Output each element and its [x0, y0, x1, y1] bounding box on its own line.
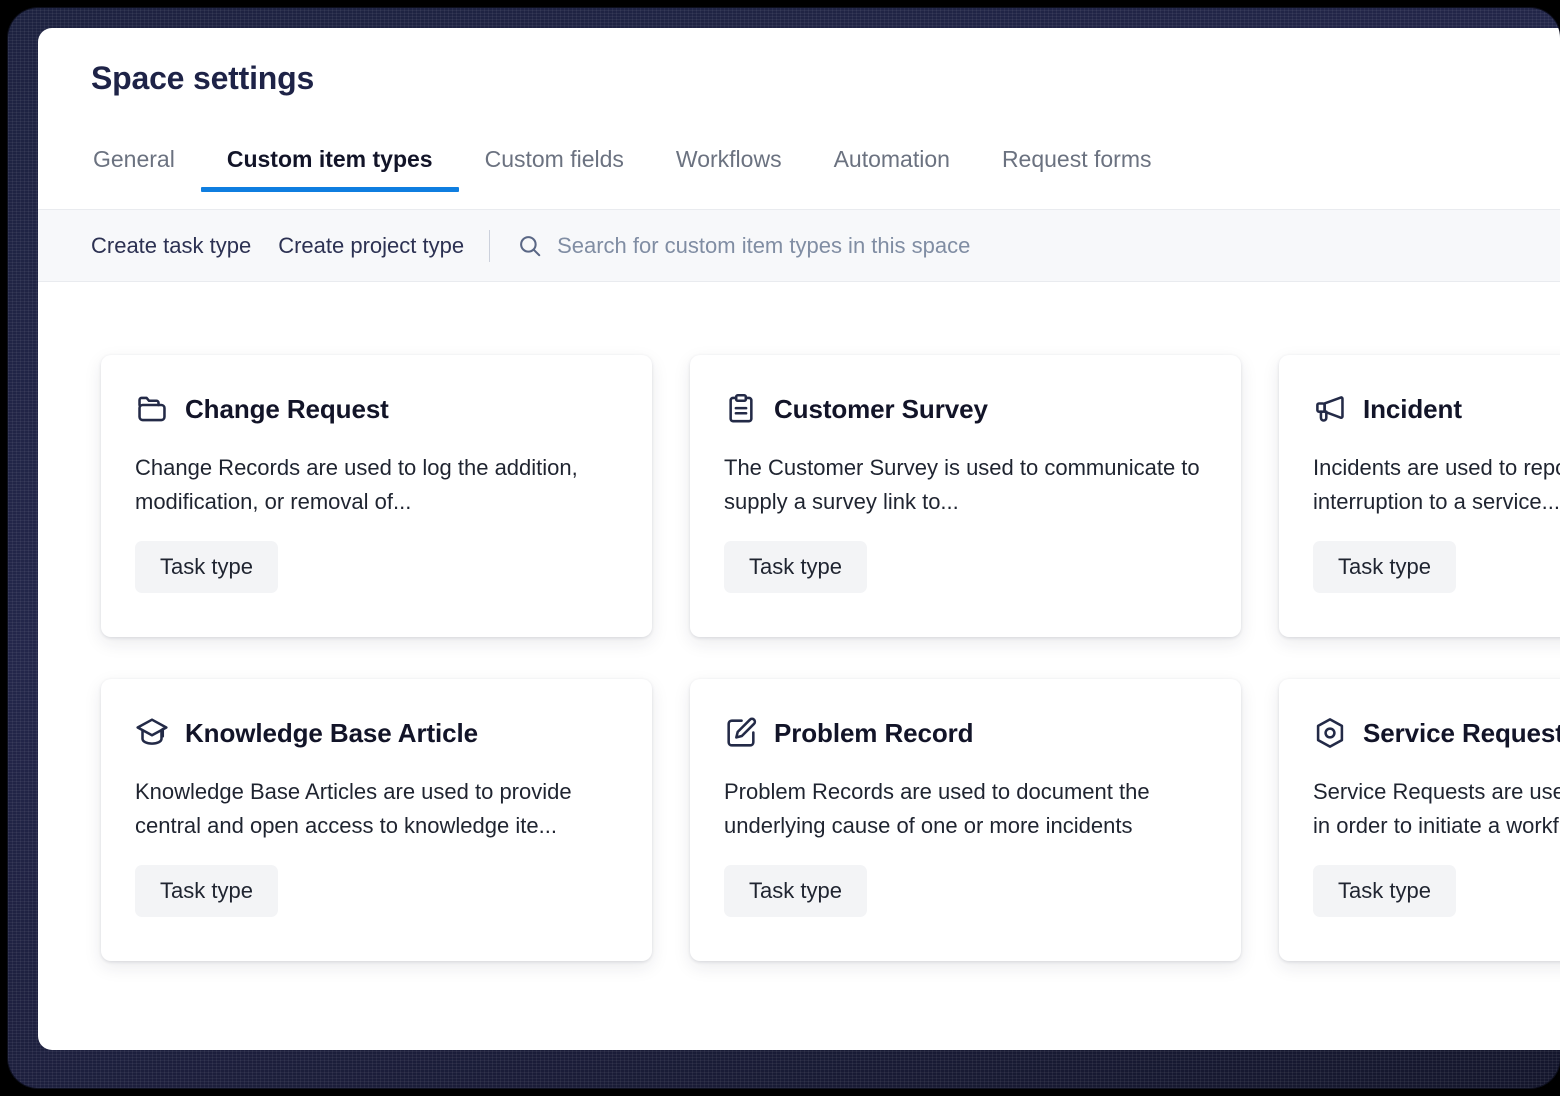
card-incident[interactable]: Incident Incidents are used to report an…	[1279, 355, 1560, 637]
card-description: The Customer Survey is used to communica…	[724, 455, 1200, 514]
card-header: Change Request	[135, 388, 618, 430]
create-project-type-button[interactable]: Create project type	[278, 233, 464, 259]
search-input[interactable]: Search for custom item types in this spa…	[517, 233, 970, 259]
card-type-badge: Task type	[135, 865, 278, 917]
card-header: Customer Survey	[724, 388, 1207, 430]
tab-automation[interactable]: Automation	[808, 146, 976, 192]
search-icon	[520, 235, 541, 256]
card-knowledge-base-article[interactable]: Knowledge Base Article Knowledge Base Ar…	[101, 679, 652, 961]
card-description: Incidents are used to report an unplanne…	[1313, 455, 1560, 514]
toolbar-divider	[489, 229, 491, 262]
edit-square-icon	[727, 717, 757, 747]
card-header: Knowledge Base Article	[135, 712, 618, 754]
tab-request-forms[interactable]: Request forms	[976, 146, 1178, 192]
card-change-request[interactable]: Change Request Change Records are used t…	[101, 355, 652, 637]
card-type-badge: Task type	[724, 865, 867, 917]
card-title: Problem Record	[774, 717, 974, 748]
create-task-type-button[interactable]: Create task type	[91, 233, 251, 259]
card-service-request[interactable]: Service Request Service Requests are use…	[1279, 679, 1560, 961]
card-type-badge: Task type	[1313, 541, 1456, 593]
card-title: Change Request	[185, 393, 389, 424]
tab-custom-item-types[interactable]: Custom item types	[200, 146, 459, 192]
card-description: Knowledge Base Articles are used to prov…	[135, 779, 572, 838]
card-title: Customer Survey	[774, 393, 988, 424]
card-header: Service Request	[1313, 712, 1560, 754]
clipboard-icon	[729, 393, 753, 423]
card-type-badge: Task type	[135, 541, 278, 593]
page-title: Space settings	[91, 60, 315, 96]
card-description: Problem Records are used to document the…	[724, 779, 1150, 838]
tab-workflows[interactable]: Workflows	[650, 146, 808, 192]
custom-item-type-grid: Change Request Change Records are used t…	[101, 355, 1560, 961]
toolbar: Create task type Create project type Sea…	[38, 210, 1560, 282]
search-placeholder: Search for custom item types in this spa…	[557, 232, 971, 258]
graduation-cap-icon	[136, 718, 168, 745]
card-title: Service Request	[1363, 717, 1560, 748]
card-title: Knowledge Base Article	[185, 717, 479, 748]
card-type-badge: Task type	[724, 541, 867, 593]
settings-tabs: General Custom item types Custom fields …	[91, 146, 1178, 192]
tab-general[interactable]: General	[91, 146, 201, 192]
card-description: Change Records are used to log the addit…	[135, 455, 578, 514]
card-problem-record[interactable]: Problem Record Problem Records are used …	[690, 679, 1241, 961]
space-settings-window: Space settings General Custom item types…	[38, 28, 1560, 1050]
device-frame: Space settings General Custom item types…	[8, 8, 1560, 1088]
tab-custom-fields[interactable]: Custom fields	[459, 146, 650, 192]
card-title: Incident	[1363, 393, 1462, 424]
card-header: Problem Record	[724, 712, 1207, 754]
folder-icon	[138, 396, 166, 422]
card-type-badge: Task type	[1313, 865, 1456, 917]
hexagon-target-icon	[1316, 718, 1344, 748]
megaphone-icon	[1316, 396, 1344, 422]
card-header: Incident	[1313, 388, 1560, 430]
card-description: Service Requests are used to request a s…	[1313, 779, 1560, 838]
card-customer-survey[interactable]: Customer Survey The Customer Survey is u…	[690, 355, 1241, 637]
